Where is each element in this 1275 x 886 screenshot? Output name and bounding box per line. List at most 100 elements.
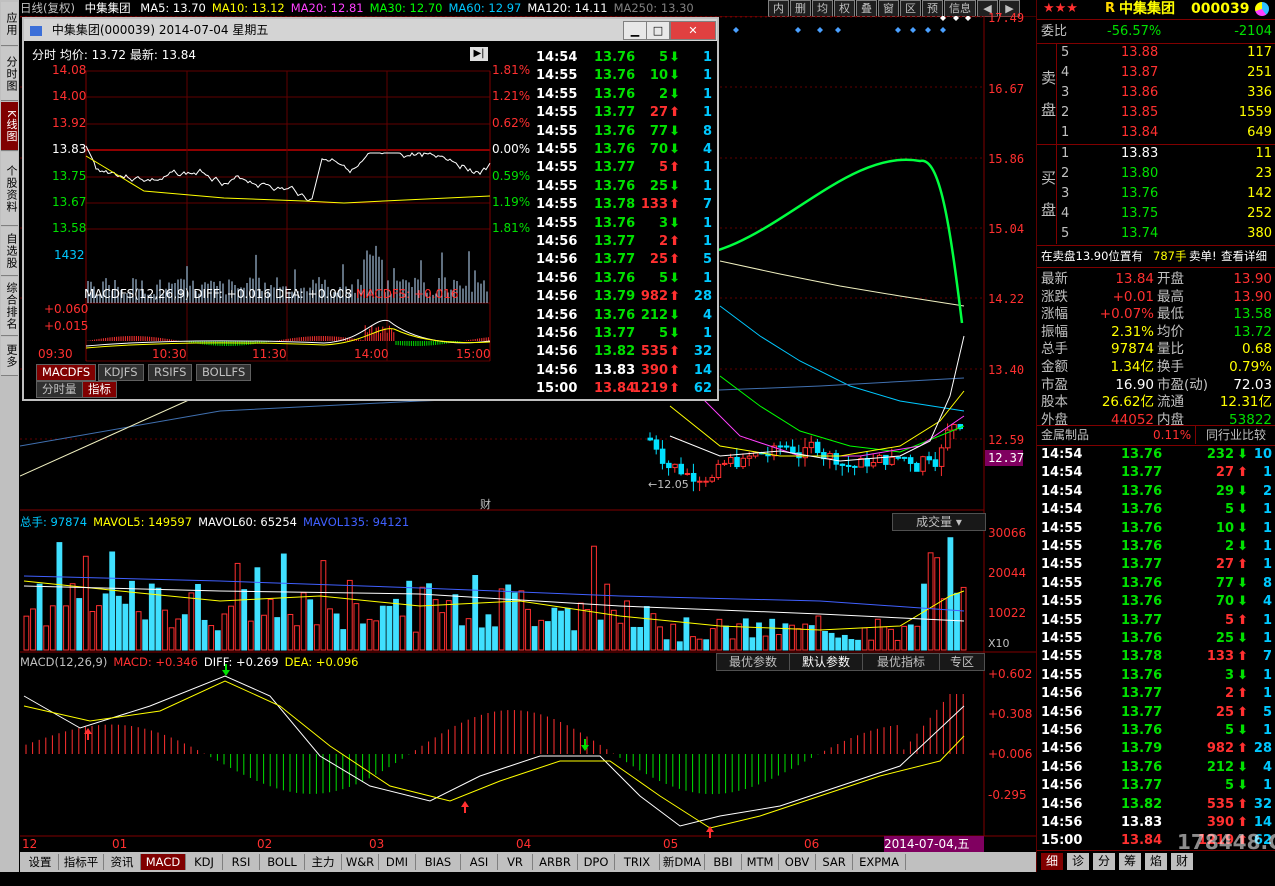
toolbar-button-7[interactable]: 预 [922, 0, 943, 17]
indicator-tab-2[interactable]: RSIFS [148, 364, 193, 381]
right-tab-1[interactable]: 诊 [1067, 853, 1089, 870]
view-detail-link[interactable]: 查看详细 [1221, 247, 1267, 265]
right-tab-4[interactable]: 焰 [1145, 853, 1167, 870]
toolbar-button-0[interactable]: 内 [768, 0, 789, 17]
event-marker-icon [733, 27, 739, 33]
indicator-tab-20[interactable]: SAR [816, 854, 853, 870]
indicator-tab-1[interactable]: 指标平台 [59, 854, 104, 885]
candle [833, 453, 839, 465]
volume-bar [604, 583, 611, 651]
indicator-tab-15[interactable]: TRIX [615, 854, 660, 870]
left-tab-2[interactable]: K线图 [1, 102, 18, 151]
ask-row[interactable]: 4 13.87 251 [1037, 64, 1275, 82]
buy-signal-icon [461, 801, 469, 813]
indicator-tab-1[interactable]: KDJFS [98, 364, 144, 381]
indicator-tab-9[interactable]: DMI [379, 854, 416, 870]
ask-row[interactable]: 5 13.88 117 [1037, 44, 1275, 62]
indicator-tab-0[interactable]: 设置 [22, 854, 59, 870]
indicator-tab-7[interactable]: 主力 [305, 854, 342, 870]
right-tab-5[interactable]: 财 [1171, 853, 1193, 870]
indicator-tab-16[interactable]: 新DMA [660, 854, 705, 870]
indicator-tab-21[interactable]: EXPMA [853, 854, 906, 870]
price-tick: 13.40 [988, 363, 1025, 377]
bottom-tab-1[interactable]: 指标 [82, 381, 117, 398]
ask-row[interactable]: 3 13.86 336 [1037, 84, 1275, 102]
volume-bar [914, 625, 921, 651]
popup-titlebar[interactable]: 中集集团(000039) 2014-07-04 星期五 ▁ □ ✕ [24, 19, 717, 41]
maximize-button[interactable]: □ [646, 21, 670, 40]
macd-button-2[interactable]: 最优指标 [862, 653, 940, 671]
left-tab-4[interactable]: 自选股 [1, 227, 18, 276]
ask-row[interactable]: 2 13.85 1559 [1037, 104, 1275, 122]
sell-signal-icon [581, 739, 589, 751]
indicator-tab-13[interactable]: ARBR [533, 854, 578, 870]
intraday-chart[interactable] [24, 41, 536, 399]
indicator-tab-4[interactable]: KDJ [186, 854, 223, 870]
indicator-tab-5[interactable]: RSI [223, 854, 260, 870]
intraday-popup[interactable]: 中集集团(000039) 2014-07-04 星期五 ▁ □ ✕ 分时 均价:… [22, 17, 719, 401]
minimize-button[interactable]: ▁ [623, 21, 647, 40]
stock-header: ★★★ R 中集集团 000039 [1037, 0, 1275, 18]
indicator-tab-11[interactable]: ASI [461, 854, 498, 870]
tick-row: 14:55 13.76 2 ⬇ 1 [536, 86, 712, 102]
indicator-tab-8[interactable]: W&R [342, 854, 379, 870]
trade-row: 14:55 13.76 77 ⬇ 8 [1041, 575, 1272, 591]
macd-button-0[interactable]: 最优参数 [716, 653, 790, 671]
indicator-tab-6[interactable]: BOLL [260, 854, 305, 870]
indicator-tab-18[interactable]: MTM [742, 854, 779, 870]
volume-bar [274, 617, 281, 651]
indicator-tab-3[interactable]: MACD [141, 854, 186, 870]
pie-icon[interactable] [1255, 2, 1269, 16]
toolbar-button-4[interactable]: 叠 [856, 0, 877, 17]
ask-row[interactable]: 1 13.84 649 [1037, 124, 1275, 142]
macd-button-1[interactable]: 默认参数 [789, 653, 863, 671]
indicator-tab-2[interactable]: 资讯 [104, 854, 141, 870]
toolbar-button-2[interactable]: 均 [812, 0, 833, 17]
bid-row[interactable]: 1 13.83 11 [1037, 145, 1275, 163]
macd-button-3[interactable]: 专区 [939, 653, 985, 671]
toolbar-button-5[interactable]: 窗 [878, 0, 899, 17]
bottom-tab-0[interactable]: 分时量 [36, 381, 83, 398]
indicator-tab-10[interactable]: BIAS [416, 854, 461, 870]
volume-selector[interactable]: 成交量 ▾ [892, 513, 986, 531]
bid-row[interactable]: 2 13.80 23 [1037, 165, 1275, 183]
volume-bar [881, 626, 888, 651]
left-tab-5[interactable]: 综合排名 [1, 277, 18, 336]
industry-compare-button[interactable]: 同行业比较 [1195, 426, 1266, 444]
indicator-tab-0[interactable]: MACDFS [36, 364, 97, 381]
volume-bar [181, 614, 188, 651]
popup-app-icon [30, 25, 42, 36]
bid-row[interactable]: 5 13.74 380 [1037, 225, 1275, 243]
toolbar-button-3[interactable]: 权 [834, 0, 855, 17]
finance-marker[interactable]: 财 [480, 496, 491, 512]
volume-bar [663, 639, 670, 651]
bid-row[interactable]: 4 13.75 252 [1037, 205, 1275, 223]
toolbar-button-1[interactable]: 删 [790, 0, 811, 17]
indicator-tab-12[interactable]: VR [498, 854, 533, 870]
left-tab-0[interactable]: 应用 [1, 2, 18, 46]
left-tab-3[interactable]: 个股资料 [1, 152, 18, 226]
candle [870, 462, 877, 467]
indicator-tab-3[interactable]: BOLLFS [196, 364, 252, 381]
down-arrow-icon: ⬇ [669, 307, 680, 323]
order-notice[interactable]: 在卖盘13.90位置有 787手 卖单! 查看详细 [1037, 247, 1275, 265]
volume-bar [412, 631, 419, 651]
indicator-tab-17[interactable]: BBI [705, 854, 742, 870]
indicator-tab-19[interactable]: OBV [779, 854, 816, 870]
volume-bar [142, 619, 149, 651]
right-tab-3[interactable]: 筹 [1119, 853, 1141, 870]
bid-row[interactable]: 3 13.76 142 [1037, 185, 1275, 203]
left-tab-6[interactable]: 更多 [1, 337, 18, 376]
left-tab-1[interactable]: 分时图 [1, 47, 18, 101]
candle [734, 457, 740, 468]
expand-icon[interactable]: ▶| [470, 47, 488, 61]
volume-bar [927, 552, 934, 651]
toolbar-button-6[interactable]: 区 [900, 0, 921, 17]
indicator-tab-14[interactable]: DPO [578, 854, 615, 870]
candle [852, 465, 858, 468]
right-tab-2[interactable]: 分 [1093, 853, 1115, 870]
toolbar-button-8[interactable]: 信息 [944, 0, 976, 17]
chart-mode[interactable]: 日线(复权) [20, 1, 75, 15]
close-button[interactable]: ✕ [670, 21, 716, 40]
right-tab-0[interactable]: 细 [1041, 853, 1063, 870]
